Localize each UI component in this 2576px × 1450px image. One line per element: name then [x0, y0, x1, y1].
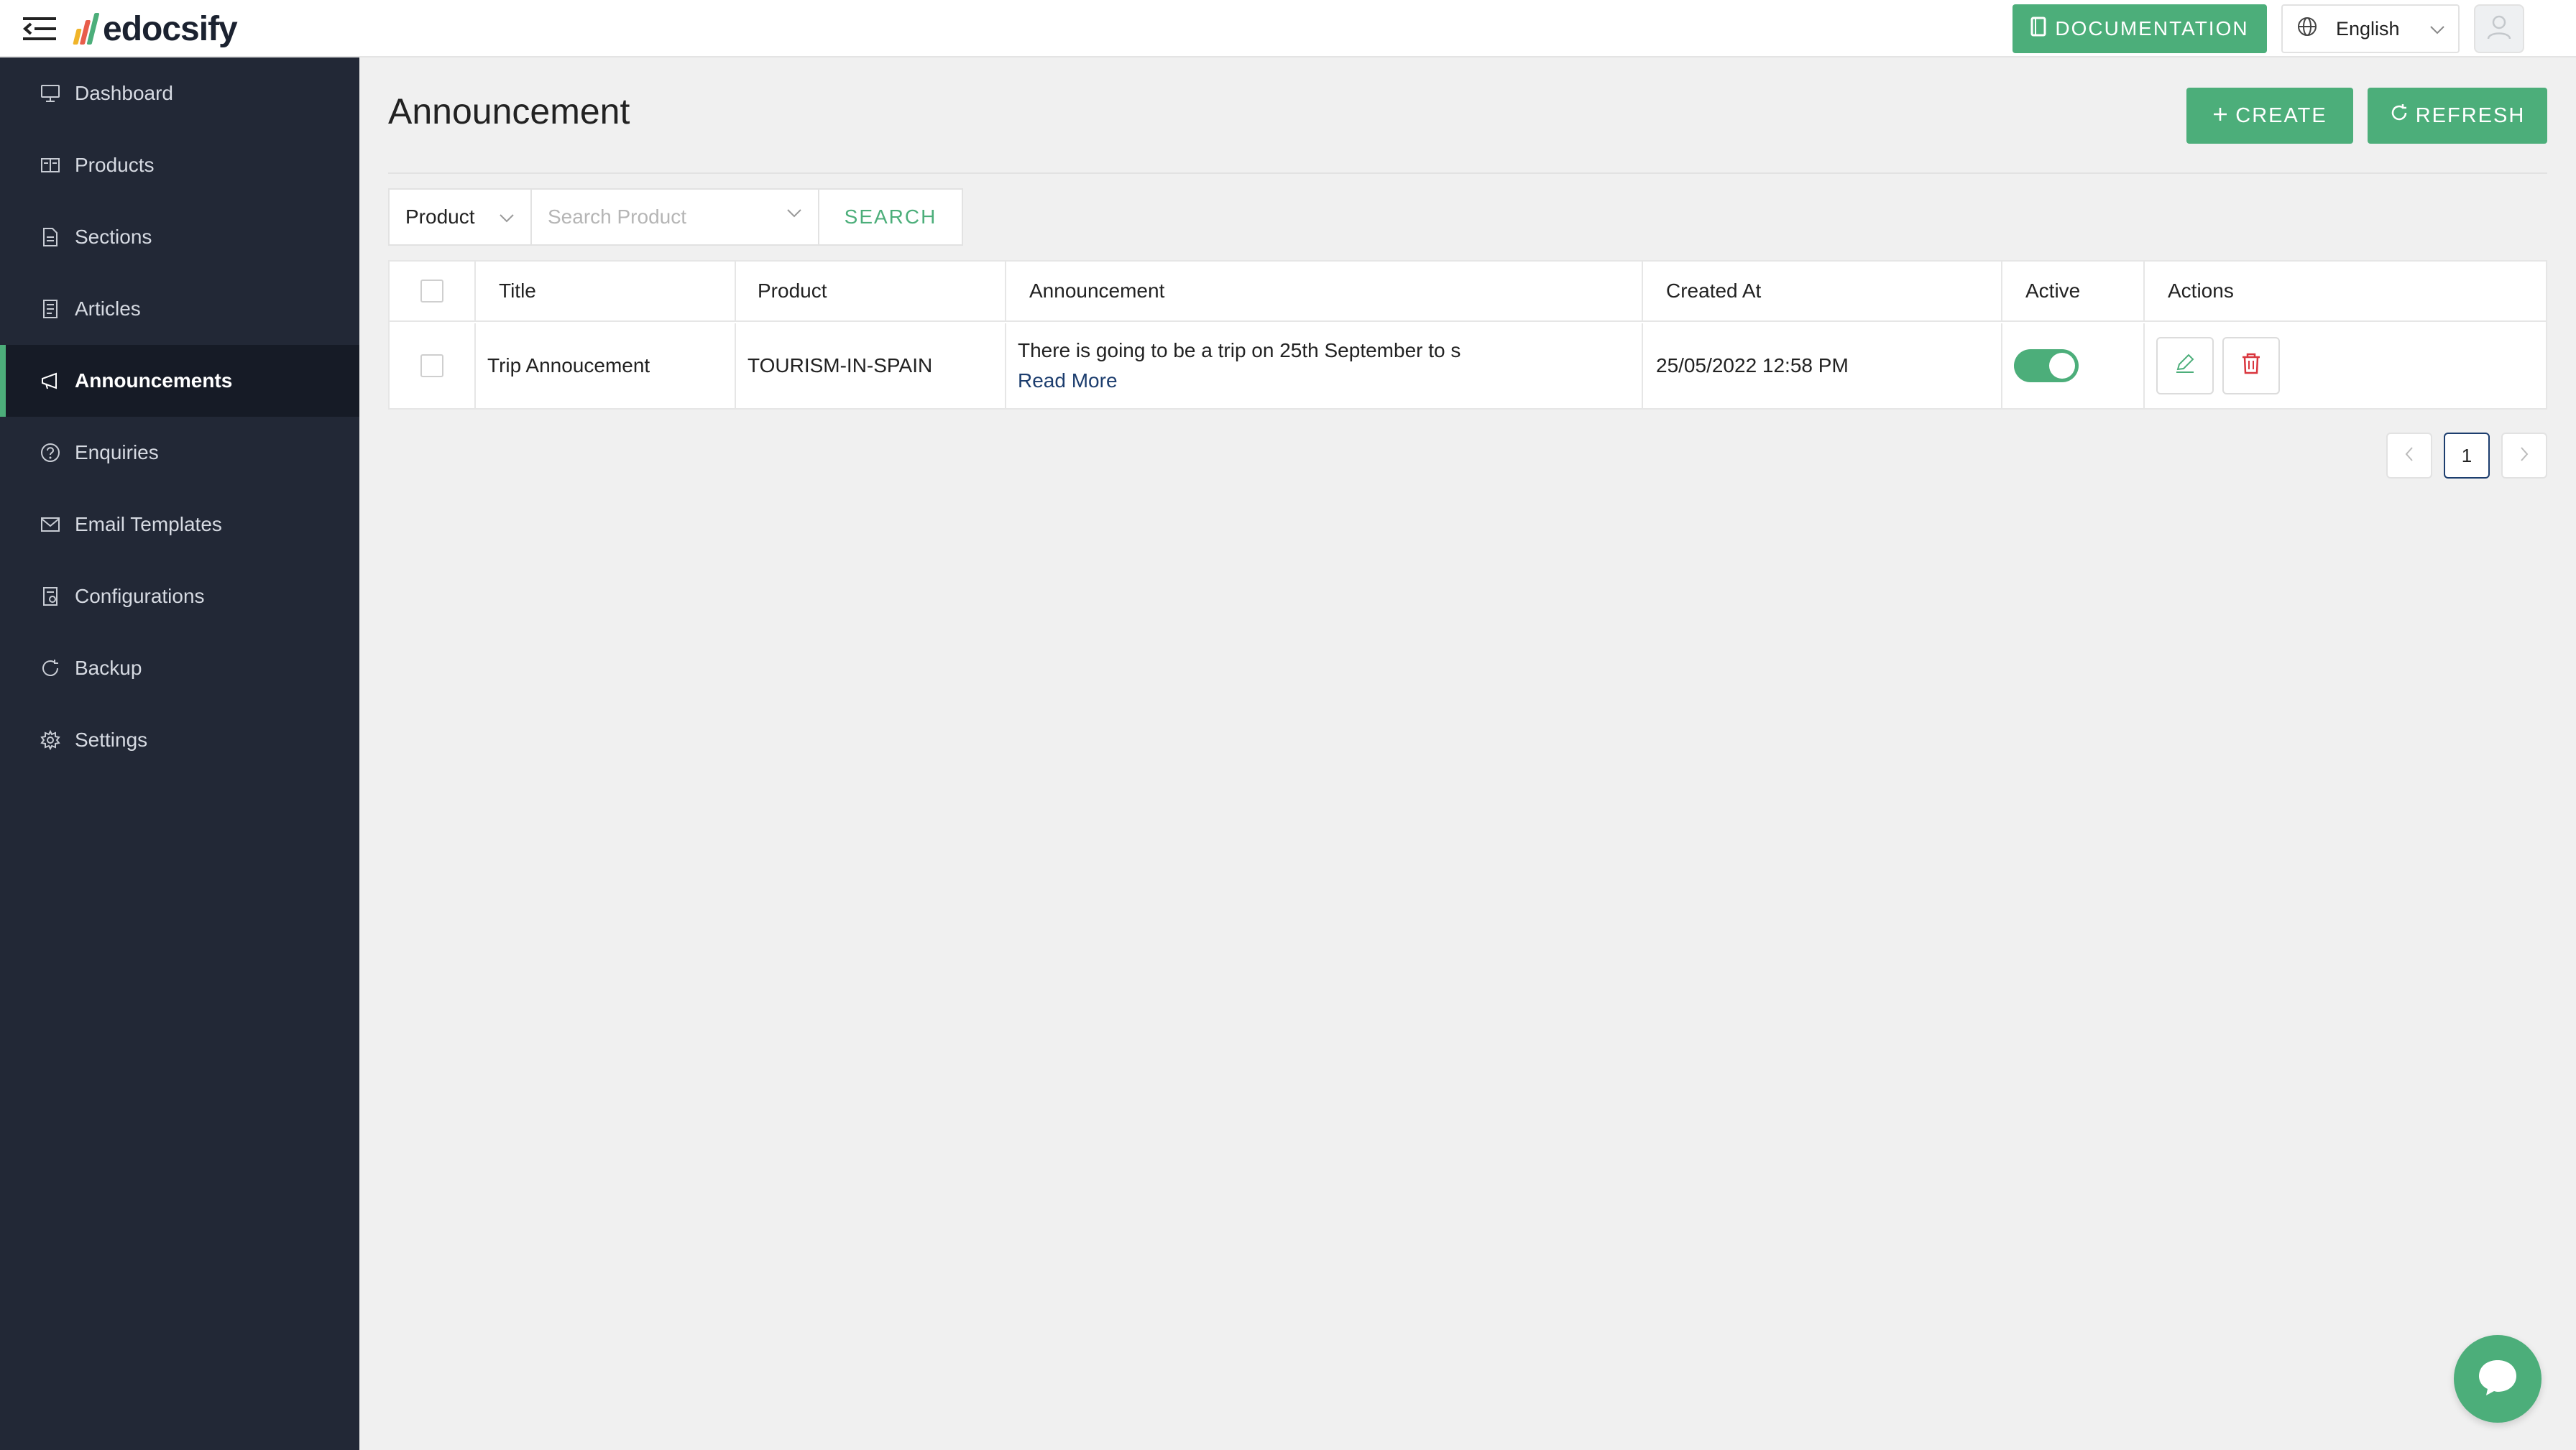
- pencil-icon: [2174, 352, 2196, 380]
- page-title: Announcement: [388, 91, 630, 131]
- search-input[interactable]: [548, 206, 802, 228]
- search-bar: Product SEARCH: [388, 188, 963, 246]
- product-icon: [39, 154, 62, 177]
- row-checkbox-cell: [390, 323, 476, 408]
- read-more-link[interactable]: Read More: [1018, 366, 1118, 396]
- sidebar-item-email-templates[interactable]: Email Templates: [0, 489, 359, 560]
- row-announcement-text: There is going to be a trip on 25th Sept…: [1018, 339, 1461, 361]
- select-all-checkbox[interactable]: [420, 280, 443, 303]
- sidebar-item-label: Articles: [75, 297, 141, 320]
- active-toggle[interactable]: [2014, 349, 2079, 382]
- sidebar-item-label: Configurations: [75, 585, 205, 607]
- menu-collapse-icon[interactable]: [22, 13, 58, 45]
- column-header-actions: Actions: [2168, 280, 2234, 302]
- search-field-select[interactable]: Product: [388, 188, 532, 246]
- chevron-left-icon: [2404, 445, 2414, 467]
- plus-icon: [2212, 104, 2228, 128]
- row-actions-cell: [2145, 323, 2546, 408]
- file-icon: [39, 226, 62, 249]
- chevron-down-icon: [2429, 18, 2445, 40]
- user-avatar[interactable]: [2474, 4, 2524, 53]
- chat-bubble-icon: [2476, 1357, 2519, 1401]
- column-header-announcement[interactable]: Announcement: [1006, 262, 1643, 320]
- sidebar: Dashboard Products Sections Articles Ann…: [0, 57, 359, 1450]
- sidebar-item-products[interactable]: Products: [0, 129, 359, 201]
- question-icon: [39, 441, 62, 464]
- sidebar-item-label: Settings: [75, 729, 148, 751]
- trash-icon: [2240, 352, 2262, 380]
- sidebar-item-label: Announcements: [75, 369, 233, 392]
- sync-icon: [39, 657, 62, 680]
- chat-widget-button[interactable]: [2454, 1335, 2542, 1423]
- table-header: Title Product Announcement Created At Ac…: [390, 262, 2546, 322]
- row-active-cell: [2002, 323, 2145, 408]
- sidebar-item-label: Sections: [75, 226, 152, 248]
- delete-button[interactable]: [2222, 337, 2280, 394]
- top-bar: edocsify DOCUMENTATION English: [0, 0, 2576, 57]
- search-button[interactable]: SEARCH: [819, 188, 963, 246]
- sidebar-item-settings[interactable]: Settings: [0, 704, 359, 776]
- pagination-page-1[interactable]: 1: [2444, 433, 2490, 479]
- announcements-table: Title Product Announcement Created At Ac…: [388, 260, 2547, 410]
- megaphone-icon: [39, 369, 62, 392]
- refresh-button[interactable]: REFRESH: [2368, 88, 2547, 144]
- edit-button[interactable]: [2156, 337, 2214, 394]
- sidebar-item-dashboard[interactable]: Dashboard: [0, 57, 359, 129]
- column-header-product[interactable]: Product: [736, 262, 1006, 320]
- create-button[interactable]: CREATE: [2186, 88, 2353, 144]
- search-field-value: Product: [405, 206, 475, 228]
- language-value: English: [2336, 17, 2400, 40]
- logo[interactable]: edocsify: [73, 7, 238, 50]
- sidebar-item-articles[interactable]: Articles: [0, 273, 359, 345]
- logo-mark-icon: [73, 13, 100, 45]
- article-icon: [39, 297, 62, 320]
- row-announcement-cell: There is going to be a trip on 25th Sept…: [1006, 323, 1643, 408]
- refresh-icon: [2390, 103, 2409, 128]
- row-checkbox[interactable]: [420, 354, 443, 377]
- chevron-right-icon: [2519, 445, 2529, 467]
- sidebar-item-sections[interactable]: Sections: [0, 201, 359, 273]
- config-icon: [39, 585, 62, 608]
- sidebar-item-configurations[interactable]: Configurations: [0, 560, 359, 632]
- column-header-active[interactable]: Active: [2002, 262, 2145, 320]
- book-icon: [2030, 17, 2046, 42]
- toggle-knob: [2049, 353, 2075, 379]
- create-label: CREATE: [2235, 103, 2327, 127]
- row-title: Trip Annoucement: [476, 323, 736, 408]
- sidebar-item-backup[interactable]: Backup: [0, 632, 359, 704]
- gear-icon: [39, 729, 62, 752]
- sidebar-item-label: Products: [75, 154, 155, 176]
- refresh-label: REFRESH: [2415, 103, 2526, 127]
- sidebar-item-label: Backup: [75, 657, 142, 679]
- mail-icon: [39, 513, 62, 536]
- documentation-label: DOCUMENTATION: [2055, 17, 2249, 40]
- sidebar-item-label: Email Templates: [75, 513, 222, 535]
- column-header-title[interactable]: Title: [476, 262, 736, 320]
- row-created-at: 25/05/2022 12:58 PM: [1643, 323, 2002, 408]
- header-checkbox-cell: [390, 262, 476, 320]
- sidebar-item-label: Enquiries: [75, 441, 159, 463]
- user-icon: [2487, 14, 2511, 44]
- pagination-prev-button[interactable]: [2386, 433, 2432, 479]
- globe-icon: [2297, 17, 2317, 42]
- language-select[interactable]: English: [2281, 4, 2460, 53]
- chevron-down-icon[interactable]: [786, 208, 802, 222]
- search-input-wrapper: [532, 188, 819, 246]
- row-product: TOURISM-IN-SPAIN: [736, 323, 1006, 408]
- table-row: Trip Annoucement TOURISM-IN-SPAIN There …: [390, 323, 2546, 408]
- sidebar-item-label: Dashboard: [75, 82, 173, 104]
- sidebar-item-enquiries[interactable]: Enquiries: [0, 417, 359, 489]
- sidebar-item-announcements[interactable]: Announcements: [0, 345, 359, 417]
- pagination-next-button[interactable]: [2501, 433, 2547, 479]
- chevron-down-icon: [499, 206, 515, 228]
- logo-text: edocsify: [103, 9, 238, 48]
- monitor-icon: [39, 82, 62, 105]
- column-header-created-at[interactable]: Created At: [1643, 262, 2002, 320]
- documentation-button[interactable]: DOCUMENTATION: [2012, 4, 2267, 53]
- header-divider: [388, 172, 2547, 174]
